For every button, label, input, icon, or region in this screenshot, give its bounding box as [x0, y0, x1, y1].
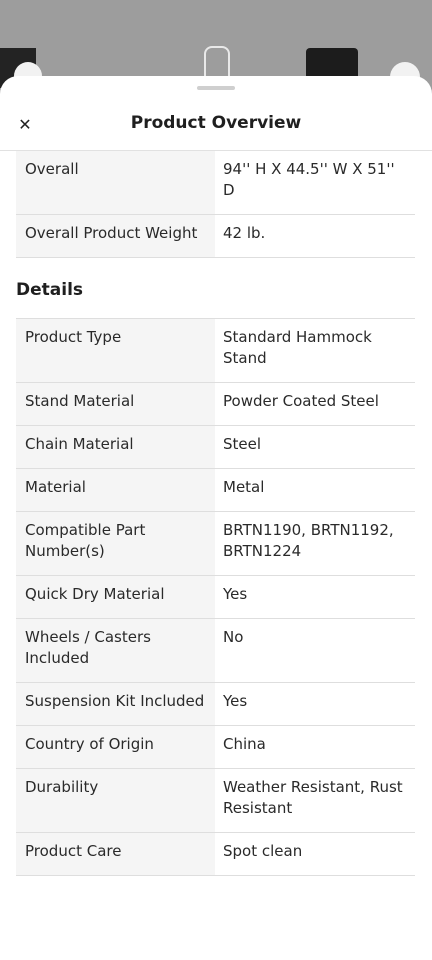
spec-key: Quick Dry Material: [16, 575, 215, 619]
table-row: Durability Weather Resistant, Rust Resis…: [16, 768, 415, 833]
spec-key: Durability: [16, 768, 215, 833]
spec-key: Stand Material: [16, 382, 215, 426]
spec-value: Standard Hammock Stand: [215, 318, 415, 383]
spec-key: Chain Material: [16, 425, 215, 469]
spec-value: 42 lb.: [215, 214, 415, 258]
spec-value: BRTN1190, BRTN1192, BRTN1224: [215, 511, 415, 576]
spec-value: China: [215, 725, 415, 769]
spec-key: Wheels / Casters Included: [16, 618, 215, 683]
table-row: Product Type Standard Hammock Stand: [16, 318, 415, 383]
sheet-header: ✕ Product Overview: [0, 98, 432, 151]
spec-value: Weather Resistant, Rust Resistant: [215, 768, 415, 833]
table-row: Compatible Part Number(s) BRTN1190, BRTN…: [16, 511, 415, 576]
spec-value: Powder Coated Steel: [215, 382, 415, 426]
table-row: Material Metal: [16, 468, 415, 512]
table-row: Stand Material Powder Coated Steel: [16, 382, 415, 426]
table-row: Overall 94'' H X 44.5'' W X 51'' D: [16, 151, 415, 215]
sheet-drag-handle[interactable]: [197, 86, 235, 90]
spec-value: Steel: [215, 425, 415, 469]
table-row: Quick Dry Material Yes: [16, 575, 415, 619]
overview-content: Overall 94'' H X 44.5'' W X 51'' D Overa…: [16, 151, 415, 876]
product-overview-sheet: ✕ Product Overview Overall 94'' H X 44.5…: [0, 76, 432, 960]
hammock-hook: [204, 46, 230, 78]
details-table: Product Type Standard Hammock Stand Stan…: [16, 318, 415, 876]
spec-value: Yes: [215, 575, 415, 619]
table-row: Wheels / Casters Included No: [16, 618, 415, 683]
spec-value: Yes: [215, 682, 415, 726]
spec-value: No: [215, 618, 415, 683]
table-row: Country of Origin China: [16, 725, 415, 769]
table-row: Overall Product Weight 42 lb.: [16, 214, 415, 258]
spec-key: Overall Product Weight: [16, 214, 215, 258]
spec-value: 94'' H X 44.5'' W X 51'' D: [215, 151, 415, 215]
spec-key: Product Care: [16, 832, 215, 876]
page-title: Product Overview: [130, 113, 302, 133]
table-row: Chain Material Steel: [16, 425, 415, 469]
spec-key: Country of Origin: [16, 725, 215, 769]
spec-value: Metal: [215, 468, 415, 512]
table-row: Suspension Kit Included Yes: [16, 682, 415, 726]
spec-key: Product Type: [16, 318, 215, 383]
spec-value: Spot clean: [215, 832, 415, 876]
dimensions-table: Overall 94'' H X 44.5'' W X 51'' D Overa…: [16, 151, 415, 258]
spec-key: Compatible Part Number(s): [16, 511, 215, 576]
details-heading: Details: [16, 280, 84, 300]
table-row: Product Care Spot clean: [16, 832, 415, 876]
spec-key: Suspension Kit Included: [16, 682, 215, 726]
spec-key: Material: [16, 468, 215, 512]
spec-key: Overall: [16, 151, 215, 215]
